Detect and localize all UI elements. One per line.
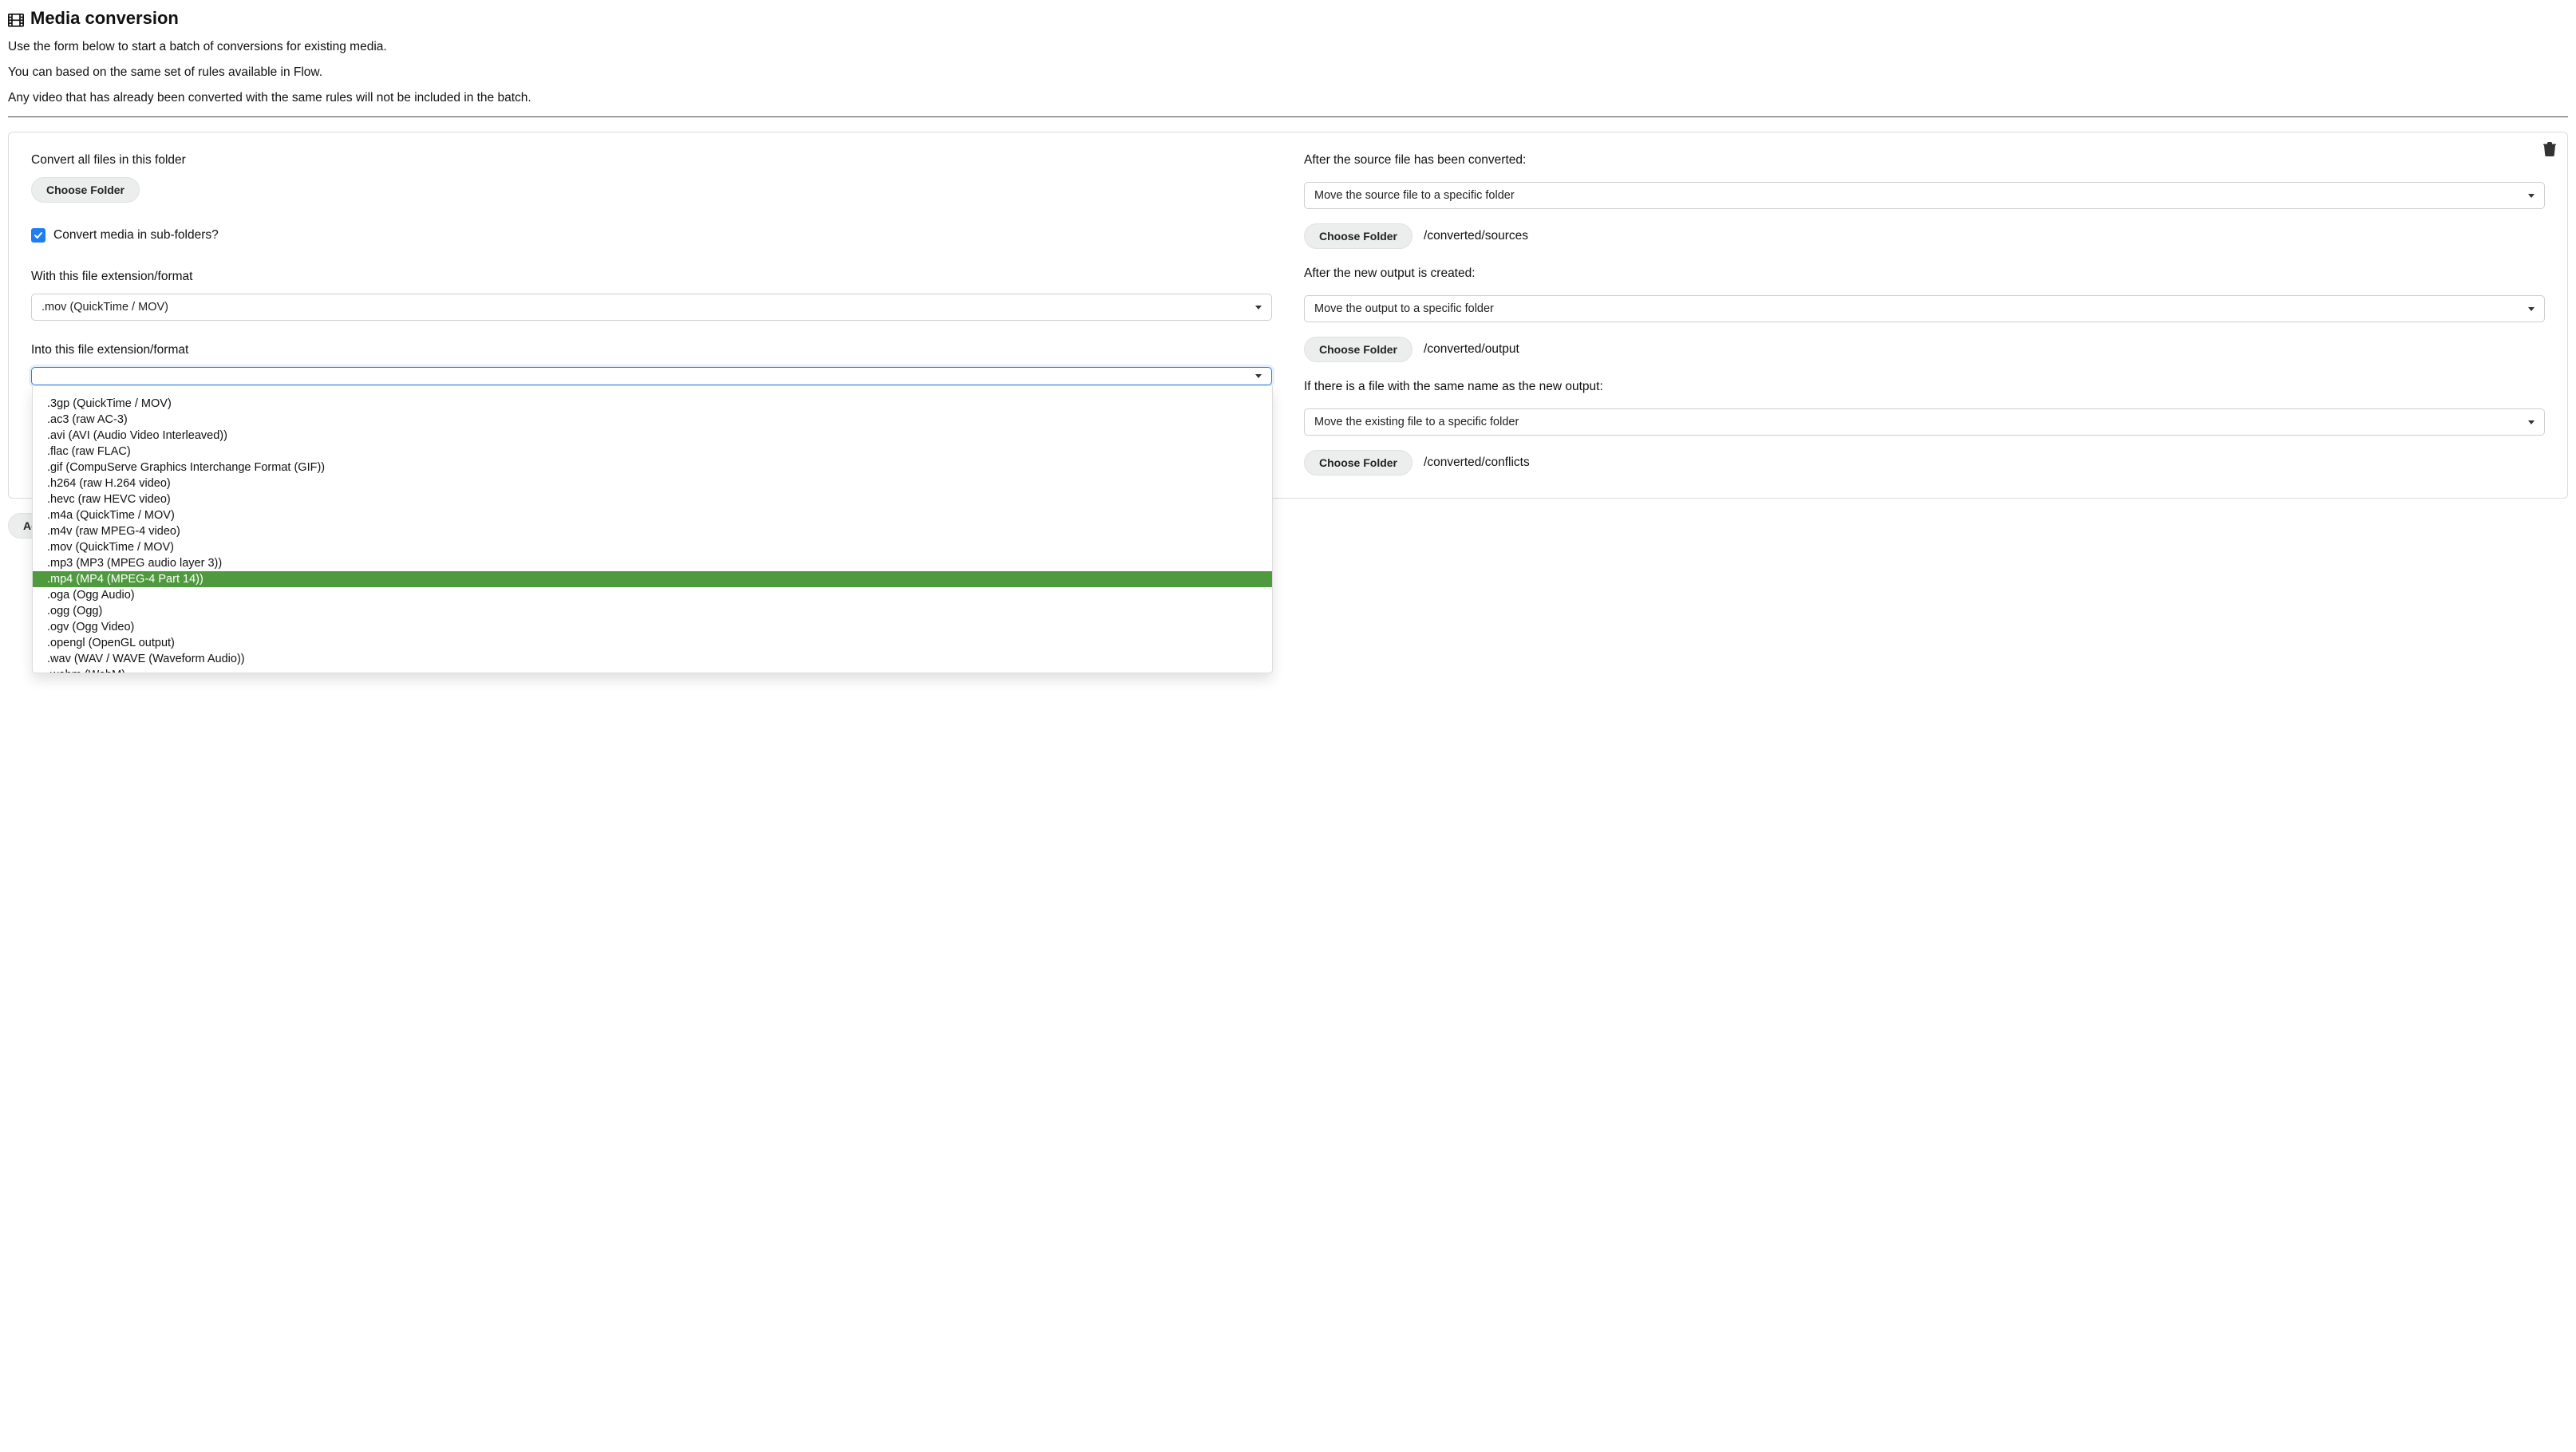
format-option[interactable]: .m4a (QuickTime / MOV) bbox=[33, 507, 1272, 523]
subfolders-label: Convert media in sub-folders? bbox=[53, 228, 219, 243]
into-ext-label: Into this file extension/format bbox=[31, 343, 1272, 357]
after-source-value: Move the source file to a specific folde… bbox=[1314, 189, 1515, 202]
format-option[interactable]: .webm (WebM) bbox=[33, 667, 1272, 673]
after-source-label: After the source file has been converted… bbox=[1304, 153, 2545, 168]
chevron-down-icon bbox=[1255, 374, 1262, 378]
chevron-down-icon bbox=[2528, 307, 2535, 311]
chevron-down-icon bbox=[2528, 194, 2535, 198]
format-option[interactable]: .avi (AVI (Audio Video Interleaved)) bbox=[33, 428, 1272, 444]
delete-rule-button[interactable] bbox=[2543, 142, 2556, 160]
source-dest-path: /converted/sources bbox=[1424, 229, 1528, 243]
format-option[interactable]: .m4v (raw MPEG-4 video) bbox=[33, 523, 1272, 539]
format-option[interactable]: .mp3 (MP3 (MPEG audio layer 3)) bbox=[33, 555, 1272, 571]
conflict-label: If there is a file with the same name as… bbox=[1304, 380, 2545, 394]
conversion-rule-card: Convert all files in this folder Choose … bbox=[8, 132, 2568, 499]
format-option[interactable]: .mp4 (MP4 (MPEG-4 Part 14)) bbox=[33, 571, 1272, 587]
choose-source-dest-folder-button[interactable]: Choose Folder bbox=[1304, 223, 1412, 249]
format-option[interactable]: .mov (QuickTime / MOV) bbox=[33, 539, 1272, 555]
chevron-down-icon bbox=[1255, 306, 1262, 310]
divider bbox=[8, 116, 2568, 117]
conflict-value: Move the existing file to a specific fol… bbox=[1314, 416, 1519, 428]
after-source-select[interactable]: Move the source file to a specific folde… bbox=[1304, 182, 2545, 209]
choose-source-folder-button[interactable]: Choose Folder bbox=[31, 177, 140, 203]
intro-line-1: Use the form below to start a batch of c… bbox=[8, 40, 2568, 54]
intro-line-2: You can based on the same set of rules a… bbox=[8, 65, 2568, 80]
conflict-dest-path: /converted/conflicts bbox=[1424, 456, 1530, 470]
into-ext-select[interactable] bbox=[31, 367, 1272, 385]
with-ext-select[interactable]: .mov (QuickTime / MOV) bbox=[31, 294, 1272, 321]
choose-output-dest-folder-button[interactable]: Choose Folder bbox=[1304, 337, 1412, 362]
after-output-select[interactable]: Move the output to a specific folder bbox=[1304, 295, 2545, 322]
after-output-value: Move the output to a specific folder bbox=[1314, 302, 1494, 315]
format-option[interactable]: .ac3 (raw AC-3) bbox=[33, 412, 1272, 428]
format-option[interactable]: .flac (raw FLAC) bbox=[33, 444, 1272, 460]
page-title: Media conversion bbox=[8, 8, 2568, 29]
intro-line-3: Any video that has already been converte… bbox=[8, 91, 2568, 105]
subfolders-checkbox[interactable] bbox=[31, 228, 45, 243]
output-dest-path: /converted/output bbox=[1424, 342, 1519, 357]
into-ext-dropdown[interactable]: .3gp (QuickTime / MOV).ac3 (raw AC-3).av… bbox=[32, 386, 1273, 673]
after-output-label: After the new output is created: bbox=[1304, 266, 2545, 281]
format-option[interactable]: .h264 (raw H.264 video) bbox=[33, 475, 1272, 491]
film-icon bbox=[8, 11, 24, 26]
format-option[interactable]: .ogv (Ogg Video) bbox=[33, 619, 1272, 635]
format-option[interactable]: .ogg (Ogg) bbox=[33, 603, 1272, 619]
right-column: After the source file has been converted… bbox=[1304, 153, 2545, 475]
convert-all-label: Convert all files in this folder bbox=[31, 153, 1272, 168]
format-option[interactable]: .opengl (OpenGL output) bbox=[33, 635, 1272, 651]
format-option[interactable]: .3gp (QuickTime / MOV) bbox=[33, 396, 1272, 412]
format-option[interactable]: .wav (WAV / WAVE (Waveform Audio)) bbox=[33, 651, 1272, 667]
intro-text: Use the form below to start a batch of c… bbox=[8, 40, 2568, 105]
conflict-select[interactable]: Move the existing file to a specific fol… bbox=[1304, 408, 2545, 436]
choose-conflict-dest-folder-button[interactable]: Choose Folder bbox=[1304, 450, 1412, 475]
format-option[interactable]: .hevc (raw HEVC video) bbox=[33, 491, 1272, 507]
with-ext-label: With this file extension/format bbox=[31, 270, 1272, 284]
with-ext-value: .mov (QuickTime / MOV) bbox=[41, 301, 168, 314]
format-option[interactable]: .gif (CompuServe Graphics Interchange Fo… bbox=[33, 460, 1272, 475]
format-option[interactable]: .oga (Ogg Audio) bbox=[33, 587, 1272, 603]
page-title-text: Media conversion bbox=[30, 8, 179, 29]
chevron-down-icon bbox=[2528, 420, 2535, 424]
